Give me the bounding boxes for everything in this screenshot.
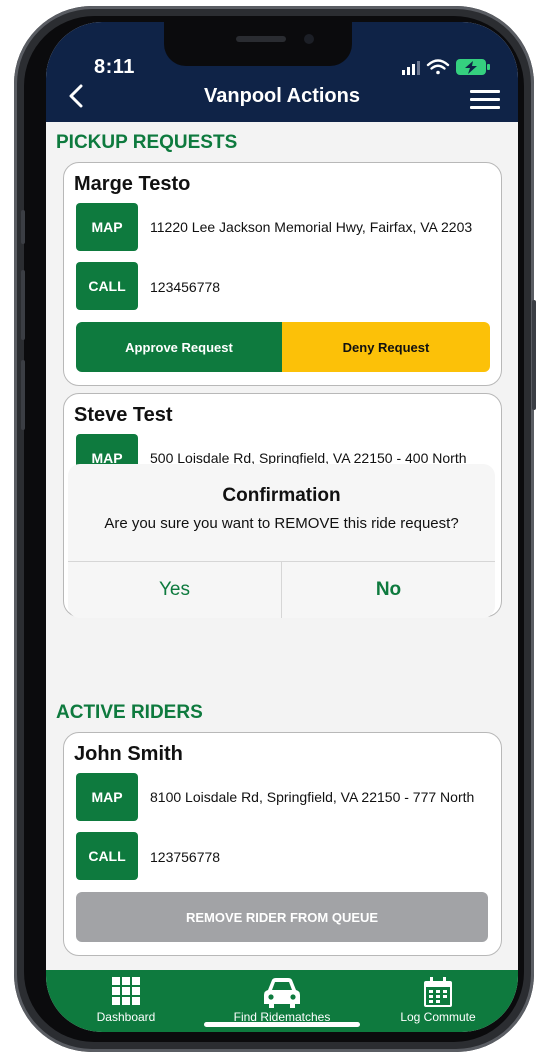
active-riders-heading: ACTIVE RIDERS bbox=[56, 702, 203, 723]
volume-up-button bbox=[21, 270, 25, 340]
app-header: 8:11 Vanpool Actions bbox=[46, 22, 518, 122]
remove-rider-button[interactable]: REMOVE RIDER FROM QUEUE bbox=[76, 892, 488, 942]
dialog-message: Are you sure you want to REMOVE this rid… bbox=[104, 515, 459, 532]
speaker bbox=[236, 36, 286, 42]
hamburger-menu-icon[interactable] bbox=[470, 90, 500, 110]
tab-label: Dashboard bbox=[96, 1010, 156, 1024]
signal-icon bbox=[402, 61, 420, 75]
map-button[interactable]: MAP bbox=[76, 203, 138, 251]
calendar-icon bbox=[424, 977, 452, 1007]
approve-request-button[interactable]: Approve Request bbox=[76, 322, 282, 372]
rider-address: 11220 Lee Jackson Memorial Hwy, Fairfax,… bbox=[150, 219, 473, 235]
active-rider-card: John Smith MAP 8100 Loisdale Rd, Springf… bbox=[63, 732, 502, 956]
dialog-title: Confirmation bbox=[222, 485, 341, 506]
tab-dashboard[interactable]: Dashboard bbox=[56, 970, 196, 1032]
grid-icon bbox=[112, 977, 140, 1005]
rider-name: Marge Testo bbox=[74, 173, 191, 195]
power-button bbox=[532, 300, 536, 410]
car-icon bbox=[264, 978, 300, 1008]
map-button[interactable]: MAP bbox=[76, 773, 138, 821]
rider-phone: 123756778 bbox=[150, 849, 221, 865]
call-button[interactable]: CALL bbox=[76, 262, 138, 310]
battery-charging-icon bbox=[456, 59, 490, 75]
rider-name: Steve Test bbox=[74, 404, 173, 426]
rider-address: 8100 Loisdale Rd, Springfield, VA 22150 … bbox=[150, 789, 475, 805]
yes-button[interactable]: Yes bbox=[68, 562, 281, 618]
rider-phone: 123456778 bbox=[150, 279, 221, 295]
rider-name: John Smith bbox=[74, 743, 183, 765]
call-button[interactable]: CALL bbox=[76, 832, 138, 880]
pickup-card: Marge Testo MAP 11220 Lee Jackson Memori… bbox=[63, 162, 502, 386]
notch bbox=[164, 22, 352, 66]
tab-log-commute[interactable]: Log Commute bbox=[368, 970, 508, 1032]
home-indicator bbox=[204, 1022, 360, 1027]
confirmation-dialog: Confirmation Are you sure you want to RE… bbox=[68, 464, 495, 618]
app-screen: 8:11 Vanpool Actions PICKUP REQUESTS Mar… bbox=[46, 22, 518, 1032]
status-time: 8:11 bbox=[94, 56, 135, 78]
mute-switch bbox=[21, 210, 25, 244]
no-button[interactable]: No bbox=[282, 562, 495, 618]
wifi-icon bbox=[426, 59, 450, 75]
pickup-requests-heading: PICKUP REQUESTS bbox=[56, 132, 238, 153]
front-camera bbox=[304, 34, 314, 44]
volume-down-button bbox=[21, 360, 25, 430]
tab-label: Log Commute bbox=[400, 1010, 476, 1024]
page-title: Vanpool Actions bbox=[204, 85, 360, 107]
deny-request-button[interactable]: Deny Request bbox=[282, 322, 490, 372]
status-icons bbox=[398, 56, 494, 78]
